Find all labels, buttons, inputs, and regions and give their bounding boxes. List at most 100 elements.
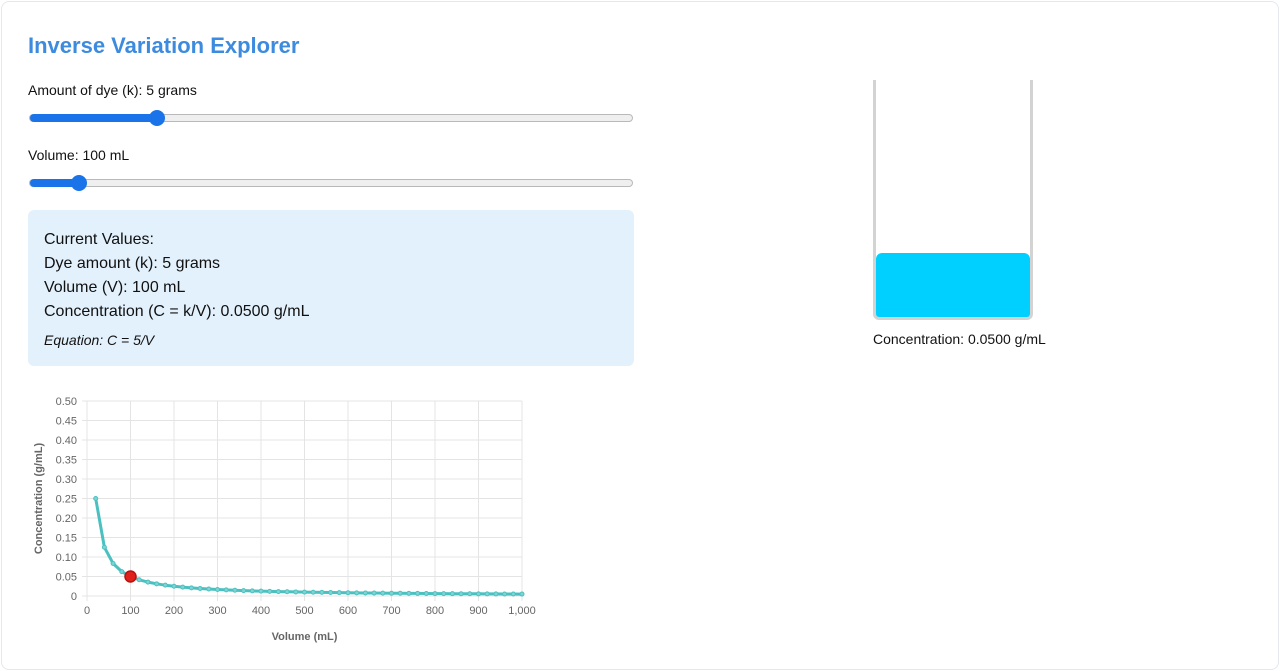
data-point xyxy=(406,590,412,596)
x-tick-label: 800 xyxy=(426,605,444,617)
data-point xyxy=(275,589,281,595)
data-point xyxy=(145,579,151,585)
y-tick-label: 0.25 xyxy=(56,494,77,506)
data-point xyxy=(319,589,325,595)
dye-label-value: 5 xyxy=(146,82,155,98)
volume-slider-thumb[interactable] xyxy=(71,175,88,191)
x-tick-label: 100 xyxy=(121,605,139,617)
x-tick-label: 700 xyxy=(382,605,400,617)
data-point xyxy=(362,590,368,596)
data-point xyxy=(249,588,255,594)
data-point xyxy=(154,581,160,587)
y-tick-label: 0.50 xyxy=(56,396,77,408)
volume-label-prefix: Volume: xyxy=(28,147,83,163)
dye-slider-fill xyxy=(30,114,158,122)
x-tick-label: 300 xyxy=(208,605,226,617)
equation-text: Equation: C = 5/V xyxy=(44,332,155,348)
data-point xyxy=(284,589,290,595)
y-tick-label: 0.15 xyxy=(56,533,77,545)
data-point xyxy=(171,583,177,589)
y-axis-label: Concentration (g/mL) xyxy=(33,443,45,555)
y-tick-label: 0.05 xyxy=(56,572,77,584)
data-point xyxy=(345,590,351,596)
data-point xyxy=(110,561,116,566)
data-point xyxy=(293,589,299,595)
dye-label-prefix: Amount of dye (k): xyxy=(28,82,147,98)
x-tick-label: 600 xyxy=(339,605,357,617)
data-point xyxy=(371,590,377,596)
data-point xyxy=(328,590,334,596)
y-tick-label: 0.40 xyxy=(56,435,77,447)
dye-label-unit: grams xyxy=(154,82,197,98)
current-point-marker xyxy=(124,570,137,583)
beaker-concentration-label: Concentration: 0.0500 g/mL xyxy=(873,331,1046,347)
data-point xyxy=(354,590,360,596)
x-tick-label: 500 xyxy=(295,605,313,617)
y-tick-label: 0.30 xyxy=(56,474,77,486)
data-point xyxy=(484,591,490,597)
data-point xyxy=(476,591,481,597)
data-point xyxy=(197,586,203,591)
data-point xyxy=(519,591,525,597)
data-point xyxy=(241,588,247,594)
dye-amount-line: Dye amount (k): 5 grams xyxy=(44,255,221,272)
volume-slider-label: Volume: 100 mL xyxy=(28,147,129,163)
data-point xyxy=(310,589,316,595)
x-tick-label: 400 xyxy=(252,605,270,617)
concentration-line: Concentration (C = k/V): 0.0500 g/mL xyxy=(44,303,310,320)
data-point xyxy=(389,590,394,596)
x-axis-label: Volume (mL) xyxy=(272,631,338,643)
data-point xyxy=(415,590,421,596)
volume-label-value: 100 xyxy=(82,147,106,163)
data-point xyxy=(432,591,438,597)
data-point xyxy=(188,585,194,591)
data-point xyxy=(380,590,386,596)
data-point xyxy=(223,587,229,593)
y-tick-label: 0.20 xyxy=(56,513,77,525)
current-values-panel: Current Values: Dye amount (k): 5 grams … xyxy=(28,210,634,366)
x-tick-label: 200 xyxy=(165,605,183,617)
dye-slider-thumb[interactable] xyxy=(149,110,166,126)
data-point xyxy=(180,584,186,590)
data-point xyxy=(423,591,429,596)
data-point xyxy=(267,588,273,594)
data-point xyxy=(232,587,238,593)
data-point xyxy=(467,591,473,597)
concentration-chart: 0 100 200 300 400 500 600 700 800 900 1,000 0 0.05 0.… xyxy=(33,396,536,643)
data-point xyxy=(258,588,264,594)
data-point xyxy=(101,544,107,550)
app-frame: Inverse Variation Explorer Amount of dye… xyxy=(1,1,1279,670)
data-point xyxy=(93,496,99,501)
data-point xyxy=(302,589,307,595)
volume-line: Volume (V): 100 mL xyxy=(44,279,186,296)
data-point xyxy=(215,587,220,592)
dye-slider-label: Amount of dye (k): 5 grams xyxy=(28,82,197,98)
x-tick-label: 1,000 xyxy=(508,605,536,617)
data-point xyxy=(458,591,464,597)
y-tick-label: 0.35 xyxy=(56,455,77,467)
volume-slider[interactable] xyxy=(29,175,633,191)
data-point xyxy=(449,591,455,597)
data-point xyxy=(397,590,403,596)
data-point xyxy=(510,591,516,597)
volume-label-unit: mL xyxy=(105,147,130,163)
beaker xyxy=(873,80,1033,320)
data-point xyxy=(441,591,447,597)
y-tick-label: 0.10 xyxy=(56,552,77,564)
data-point xyxy=(119,569,125,575)
y-tick-label: 0.45 xyxy=(56,416,77,428)
page-title: Inverse Variation Explorer xyxy=(28,33,300,58)
y-tick-label: 0 xyxy=(71,591,77,603)
x-tick-label: 0 xyxy=(84,605,90,617)
data-point xyxy=(136,577,142,583)
data-point xyxy=(493,591,499,597)
x-tick-label: 900 xyxy=(469,605,487,617)
series-line xyxy=(94,498,523,596)
data-point xyxy=(206,586,212,592)
data-point xyxy=(502,591,508,597)
dye-slider[interactable] xyxy=(29,110,633,126)
data-point xyxy=(336,590,342,596)
values-heading: Current Values: xyxy=(44,231,154,248)
beaker-liquid xyxy=(876,253,1030,317)
data-point xyxy=(162,582,168,588)
